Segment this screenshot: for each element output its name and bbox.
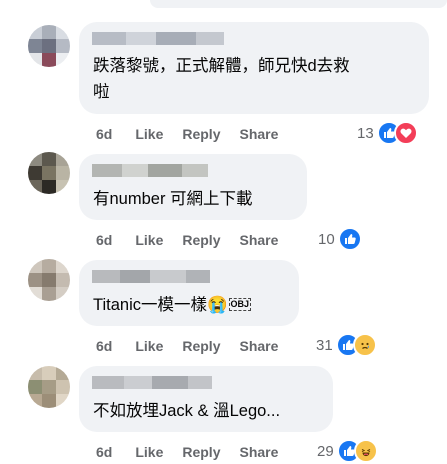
comment-actions: 6d Like Reply Share [96,230,297,250]
previous-comment-bubble-edge [150,0,447,8]
sad-icon [352,333,377,357]
comment-text: Titanic一模一樣 [93,296,207,314]
comment-text-line: 跌落黎號，正式解體，師兄快d去救 [93,57,350,75]
reply-button[interactable]: Reply [182,232,220,248]
reaction-count: 29 [317,442,334,460]
comment-text-line: 啦 [93,83,110,101]
avatar[interactable] [28,152,70,194]
like-button[interactable]: Like [135,126,163,142]
comment-timestamp[interactable]: 6d [96,444,112,460]
like-icon [337,227,362,251]
love-icon [393,121,418,145]
reply-button[interactable]: Reply [182,126,220,142]
commenter-name-redacted[interactable] [92,164,208,177]
reaction-count: 10 [318,230,335,248]
comment-actions: 6d Like Reply Share [96,336,297,356]
comment-bubble: Titanic一模一樣😭 OBJ [79,260,299,326]
comment-actions: 6d Like Reply Share [96,442,297,462]
commenter-name-redacted[interactable] [92,32,224,45]
reply-button[interactable]: Reply [182,338,220,354]
reaction-summary[interactable]: 10 [318,227,362,251]
share-button[interactable]: Share [239,232,278,248]
comment-timestamp[interactable]: 6d [96,232,112,248]
reaction-count: 31 [316,336,333,354]
comment-text-line: Titanic一模一樣😭 OBJ [93,293,252,317]
object-replacement-glyph: OBJ [228,298,252,311]
avatar[interactable] [28,259,70,301]
comment-text-line: 有number 可網上下載 [93,190,253,208]
comment-timestamp[interactable]: 6d [96,126,112,142]
reaction-summary[interactable]: 31 [316,333,377,357]
avatar[interactable] [28,366,70,408]
comment-bubble: 跌落黎號，正式解體，師兄快d去救 啦 [79,22,429,114]
avatar[interactable] [28,25,70,67]
share-button[interactable]: Share [239,338,278,354]
commenter-name-redacted[interactable] [92,270,210,283]
comment-timestamp[interactable]: 6d [96,338,112,354]
haha-icon [353,439,378,463]
like-button[interactable]: Like [135,232,163,248]
comment-bubble: 不如放埋Jack & 溫Lego... [79,366,333,432]
reaction-summary[interactable]: 13 [357,121,418,145]
reply-button[interactable]: Reply [182,444,220,460]
comment-text-line: 不如放埋Jack & 溫Lego... [93,402,281,420]
like-button[interactable]: Like [135,338,163,354]
crying-face-emoji: 😭 [207,296,228,314]
like-button[interactable]: Like [135,444,163,460]
comment-actions: 6d Like Reply Share [96,124,297,144]
comment-bubble: 有number 可網上下載 [79,154,307,220]
commenter-name-redacted[interactable] [92,376,212,389]
share-button[interactable]: Share [239,126,278,142]
reaction-summary[interactable]: 29 [317,439,378,463]
share-button[interactable]: Share [239,444,278,460]
reaction-count: 13 [357,124,374,142]
